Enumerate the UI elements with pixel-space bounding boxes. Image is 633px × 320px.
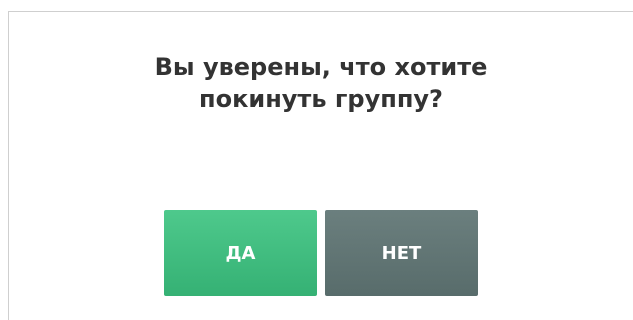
confirm-message: Вы уверены, что хотите покинуть группу? [9,51,633,115]
yes-button[interactable]: ДА [164,210,317,296]
confirm-message-line-1: Вы уверены, что хотите [154,53,488,81]
no-button[interactable]: НЕТ [325,210,478,296]
leave-group-dialog: Вы уверены, что хотите покинуть группу? … [8,11,633,320]
confirm-message-line-2: покинуть группу? [199,85,443,113]
dialog-buttons: ДА НЕТ [9,210,633,296]
